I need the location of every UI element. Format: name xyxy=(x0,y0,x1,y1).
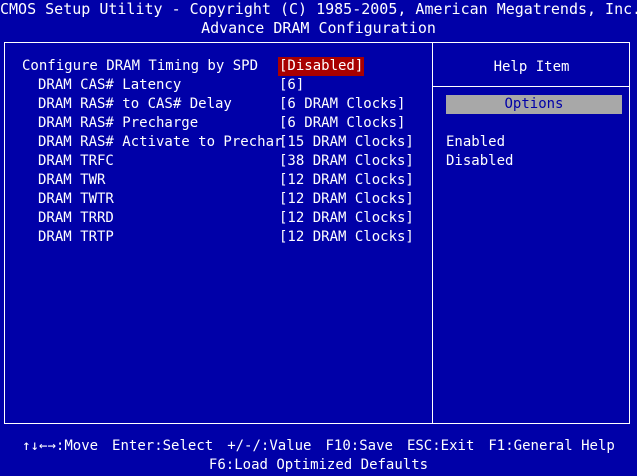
setting-value-selected[interactable]: [Disabled] xyxy=(278,57,365,76)
setting-row-trtp[interactable]: DRAM TRTP [12 DRAM Clocks] xyxy=(22,228,432,247)
setting-row-ras-precharge[interactable]: DRAM RAS# Precharge [6 DRAM Clocks] xyxy=(22,114,432,133)
setting-value[interactable]: [6] xyxy=(279,76,304,95)
setting-label: DRAM TRRD xyxy=(38,210,114,226)
panel-divider xyxy=(432,42,433,424)
setting-label: DRAM CAS# Latency xyxy=(38,77,182,93)
setting-row-twtr[interactable]: DRAM TWTR [12 DRAM Clocks] xyxy=(22,190,432,209)
settings-list: Configure DRAM Timing by SPD [Disabled] … xyxy=(22,57,432,247)
setting-label: DRAM TWR xyxy=(38,172,106,188)
key-legend: ↑↓←→:Move Enter:Select +/-/:Value F10:Save E… xyxy=(0,436,637,475)
setting-label: Configure DRAM Timing by SPD xyxy=(22,58,259,74)
setting-label: DRAM RAS# to CAS# Delay xyxy=(38,96,232,112)
setting-value[interactable]: [6 DRAM Clocks] xyxy=(279,114,405,133)
setting-label: DRAM TRTP xyxy=(38,229,114,245)
bios-screen: CMOS Setup Utility - Copyright (C) 1985-… xyxy=(0,0,637,476)
setting-row-configure-dram-timing[interactable]: Configure DRAM Timing by SPD [Disabled] xyxy=(22,57,432,76)
options-header: Options xyxy=(446,95,622,114)
setting-value[interactable]: [6 DRAM Clocks] xyxy=(279,95,405,114)
page-title: Advance DRAM Configuration xyxy=(201,19,436,37)
setting-row-ras-to-cas[interactable]: DRAM RAS# to CAS# Delay [6 DRAM Clocks] xyxy=(22,95,432,114)
setting-label: DRAM RAS# Precharge xyxy=(38,115,199,131)
option-disabled: Disabled xyxy=(446,153,514,169)
option-enabled: Enabled xyxy=(446,134,506,150)
setting-value[interactable]: [12 DRAM Clocks] xyxy=(279,228,414,247)
key-select: Enter:Select xyxy=(112,438,214,454)
setting-value[interactable]: [12 DRAM Clocks] xyxy=(279,190,414,209)
setting-value[interactable]: [15 DRAM Clocks] xyxy=(279,133,414,152)
help-separator xyxy=(433,86,630,87)
setting-value[interactable]: [12 DRAM Clocks] xyxy=(279,171,414,190)
setting-value[interactable]: [12 DRAM Clocks] xyxy=(279,209,414,228)
key-save: F10:Save xyxy=(325,438,393,454)
help-item-title: Help Item xyxy=(493,59,570,75)
utility-title: CMOS Setup Utility - Copyright (C) 1985-… xyxy=(0,0,637,18)
setting-value[interactable]: [38 DRAM Clocks] xyxy=(279,152,414,171)
setting-row-cas-latency[interactable]: DRAM CAS# Latency [6] xyxy=(22,76,432,95)
setting-label: DRAM TWTR xyxy=(38,191,114,207)
key-load-defaults: F6:Load Optimized Defaults xyxy=(208,457,429,473)
setting-label: DRAM RAS# Activate to Prechar xyxy=(38,134,283,150)
setting-row-trfc[interactable]: DRAM TRFC [38 DRAM Clocks] xyxy=(22,152,432,171)
key-value: +/-/:Value xyxy=(227,438,312,454)
key-move: ↑↓←→:Move xyxy=(22,438,99,454)
setting-row-twr[interactable]: DRAM TWR [12 DRAM Clocks] xyxy=(22,171,432,190)
title-bar: CMOS Setup Utility - Copyright (C) 1985-… xyxy=(0,0,637,38)
setting-row-ras-activate[interactable]: DRAM RAS# Activate to Prechar [15 DRAM C… xyxy=(22,133,432,152)
setting-label: DRAM TRFC xyxy=(38,153,114,169)
options-list: Enabled Disabled xyxy=(446,133,513,171)
setting-row-trrd[interactable]: DRAM TRRD [12 DRAM Clocks] xyxy=(22,209,432,228)
key-exit: ESC:Exit xyxy=(406,438,475,454)
key-general-help: F1:General Help xyxy=(488,438,615,454)
